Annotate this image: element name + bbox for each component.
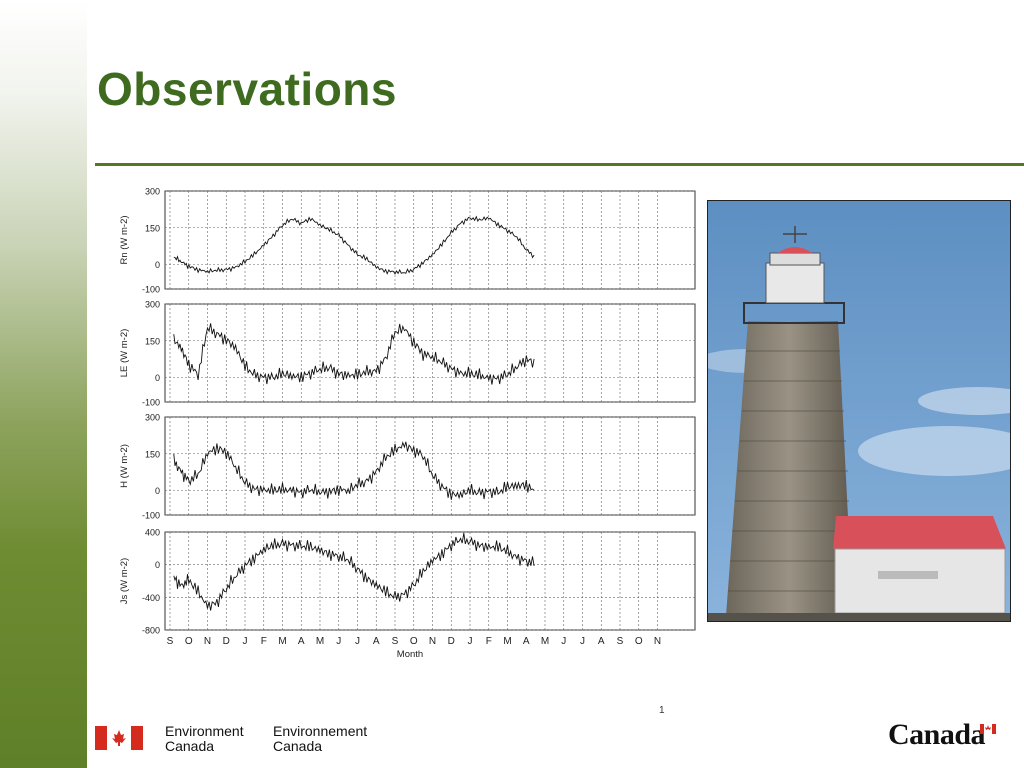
- env-en-line1: Environment: [165, 723, 244, 739]
- x-tick-label: A: [373, 636, 380, 647]
- sidebar-gradient: [0, 0, 87, 768]
- x-tick-label: J: [468, 636, 473, 647]
- canada-flag-icon: [95, 726, 143, 750]
- y-tick-label: 300: [145, 413, 160, 423]
- x-tick-label: A: [523, 636, 530, 647]
- flux-time-series-chart: 300 150 0 -100 Rn (W m-2) 300 150 0 -100 LE (W m-…: [119, 187, 696, 660]
- y-tick-label: 150: [145, 223, 160, 233]
- y-tick-label: 0: [155, 260, 160, 270]
- env-en-line2: Canada: [165, 738, 215, 754]
- x-tick-label: J: [336, 636, 341, 647]
- panel-frame-Rn: [164, 190, 696, 290]
- env-fr-line1: Environnement: [273, 723, 368, 739]
- lighthouse-photo: [707, 200, 1011, 622]
- y-axis-label-Js: Js (W m-2): [119, 558, 130, 604]
- y-axis-label-LE: LE (W m-2): [119, 329, 130, 378]
- x-tick-label: O: [410, 636, 418, 647]
- y-tick-label: 300: [145, 300, 160, 310]
- x-tick-label: M: [316, 636, 324, 647]
- wordmark-flag-icon: [980, 724, 996, 734]
- env-fr-line2: Canada: [273, 738, 323, 754]
- x-tick-label: J: [561, 636, 566, 647]
- y-tick-label: -100: [142, 285, 160, 295]
- title-divider: [95, 163, 1024, 166]
- x-tick-label: M: [541, 636, 549, 647]
- y-tick-label: 150: [145, 336, 160, 346]
- page-title: Observations: [97, 63, 397, 115]
- y-axis-label-Rn: Rn (W m-2): [119, 215, 130, 264]
- x-tick-label: S: [617, 636, 624, 647]
- x-tick-label: F: [486, 636, 492, 647]
- panel-frame-Js: [164, 531, 696, 631]
- panel-frame-LE: [164, 303, 696, 403]
- x-tick-label: J: [580, 636, 585, 647]
- x-tick-label: O: [635, 636, 643, 647]
- y-tick-label: 0: [155, 373, 160, 383]
- y-tick-label: 0: [155, 486, 160, 496]
- x-tick-label: N: [204, 636, 211, 647]
- y-tick-label: -100: [142, 398, 160, 408]
- canada-wordmark: Canada: [888, 718, 986, 751]
- y-tick-label: 0: [155, 560, 160, 570]
- x-tick-label: S: [392, 636, 399, 647]
- y-tick-label: 400: [145, 528, 160, 538]
- x-tick-label: S: [167, 636, 174, 647]
- y-tick-label: -100: [142, 511, 160, 521]
- x-tick-label: N: [654, 636, 661, 647]
- y-tick-label: 300: [145, 187, 160, 197]
- x-tick-label: A: [598, 636, 605, 647]
- x-tick-label: O: [185, 636, 193, 647]
- y-tick-label: -400: [142, 593, 160, 603]
- x-tick-label: N: [429, 636, 436, 647]
- x-tick-label: D: [448, 636, 455, 647]
- x-tick-label: J: [243, 636, 248, 647]
- page-marker: 1: [659, 705, 665, 716]
- x-tick-label: F: [261, 636, 267, 647]
- x-tick-label: M: [278, 636, 286, 647]
- y-tick-label: -800: [142, 626, 160, 636]
- panel-frame-H: [164, 416, 696, 516]
- x-tick-label: A: [298, 636, 305, 647]
- environment-canada-fr: Environnement Canada: [273, 724, 367, 754]
- x-axis-label: Month: [397, 649, 423, 660]
- x-tick-label: D: [223, 636, 230, 647]
- x-tick-label: M: [503, 636, 511, 647]
- environment-canada-en: Environment Canada: [165, 724, 244, 754]
- y-axis-label-H: H (W m-2): [119, 444, 130, 488]
- y-tick-label: 150: [145, 449, 160, 459]
- x-tick-label: J: [355, 636, 360, 647]
